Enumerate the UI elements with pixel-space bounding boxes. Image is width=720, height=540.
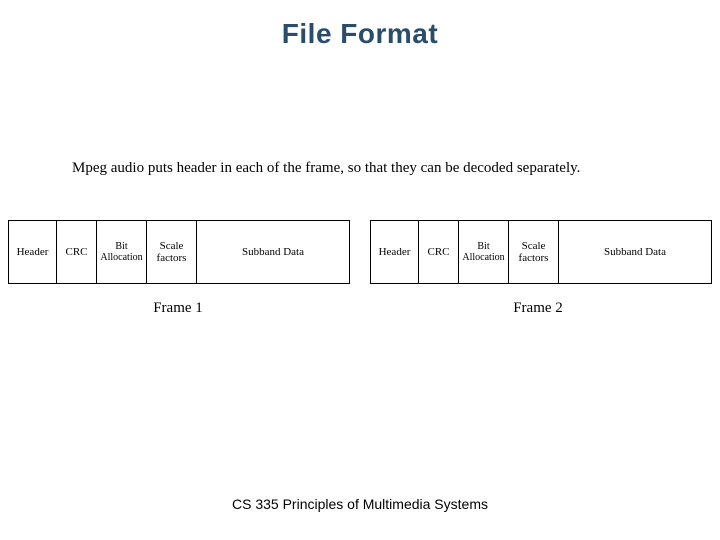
frame-1-label: Frame 1 — [8, 300, 348, 317]
page-title: File Format — [0, 18, 720, 50]
frame-2-label: Frame 2 — [368, 300, 708, 317]
frame-2: Header CRC Bit Allocation Scale factors … — [370, 220, 712, 284]
frame1-crc-cell: CRC — [57, 221, 97, 283]
frame-1: Header CRC Bit Allocation Scale factors … — [8, 220, 350, 284]
frame2-subband-data-cell: Subband Data — [559, 221, 711, 283]
frame-labels-row: Frame 1 Frame 2 — [8, 300, 708, 317]
footer-text: CS 335 Principles of Multimedia Systems — [0, 496, 720, 512]
frame2-bit-allocation-cell: Bit Allocation — [459, 221, 509, 283]
frame1-header-cell: Header — [9, 221, 57, 283]
label-gap — [348, 300, 368, 317]
frames-row: Header CRC Bit Allocation Scale factors … — [8, 220, 712, 284]
frame2-scale-factors-cell: Scale factors — [509, 221, 559, 283]
frame1-scale-factors-cell: Scale factors — [147, 221, 197, 283]
frame1-bit-allocation-cell: Bit Allocation — [97, 221, 147, 283]
frame2-crc-cell: CRC — [419, 221, 459, 283]
slide: File Format Mpeg audio puts header in ea… — [0, 0, 720, 540]
frame1-subband-data-cell: Subband Data — [197, 221, 349, 283]
frame2-header-cell: Header — [371, 221, 419, 283]
description-text: Mpeg audio puts header in each of the fr… — [72, 160, 580, 177]
